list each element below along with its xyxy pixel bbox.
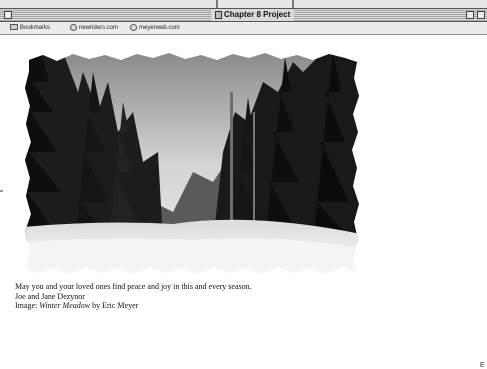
credit-title: Winter Meadow	[39, 301, 91, 310]
greeting-message: May you and your loved ones find peace a…	[15, 282, 252, 291]
newriders-label: newriders.com	[79, 25, 119, 31]
meyerweb-link[interactable]: meyerweb.com	[130, 24, 180, 32]
image-credit: Image: Winter Meadow by Eric Meyer	[15, 301, 252, 311]
globe-icon	[130, 24, 137, 31]
corner-mark: E	[480, 362, 485, 369]
window-edge	[292, 0, 294, 8]
signature-line: Joe and Jane Dezynor	[15, 291, 85, 301]
personal-toolbar: Bookmarks newriders.com meyerweb.com	[0, 22, 487, 35]
desktop-strip	[0, 0, 487, 8]
winter-meadow-photo	[25, 53, 359, 274]
window-title-label: Chapter 8 Project	[224, 10, 291, 19]
bare-trunk	[253, 112, 255, 232]
bookmarks-label: Bookmarks	[20, 25, 51, 31]
snow-foreground	[25, 238, 359, 274]
window-title: Chapter 8 Project	[211, 9, 295, 21]
newriders-link[interactable]: newriders.com	[70, 24, 118, 32]
close-box[interactable]	[4, 11, 12, 19]
window-edge	[216, 0, 218, 8]
window-titlebar[interactable]: Chapter 8 Project	[0, 8, 487, 22]
meyerweb-label: meyerweb.com	[139, 25, 180, 31]
zoom-box[interactable]	[466, 11, 474, 19]
globe-icon	[70, 24, 77, 31]
bare-trunk	[230, 92, 233, 242]
credit-prefix: Image:	[15, 301, 40, 310]
document-icon	[215, 11, 222, 19]
credit-suffix: by Eric Meyer	[90, 301, 139, 310]
scroll-edge	[0, 190, 3, 192]
card-text: May you and your loved ones find peace a…	[15, 282, 252, 311]
folder-icon	[10, 24, 18, 30]
bookmarks-button[interactable]: Bookmarks	[10, 24, 50, 32]
photo-image	[25, 53, 359, 274]
collapse-box[interactable]	[477, 11, 485, 19]
